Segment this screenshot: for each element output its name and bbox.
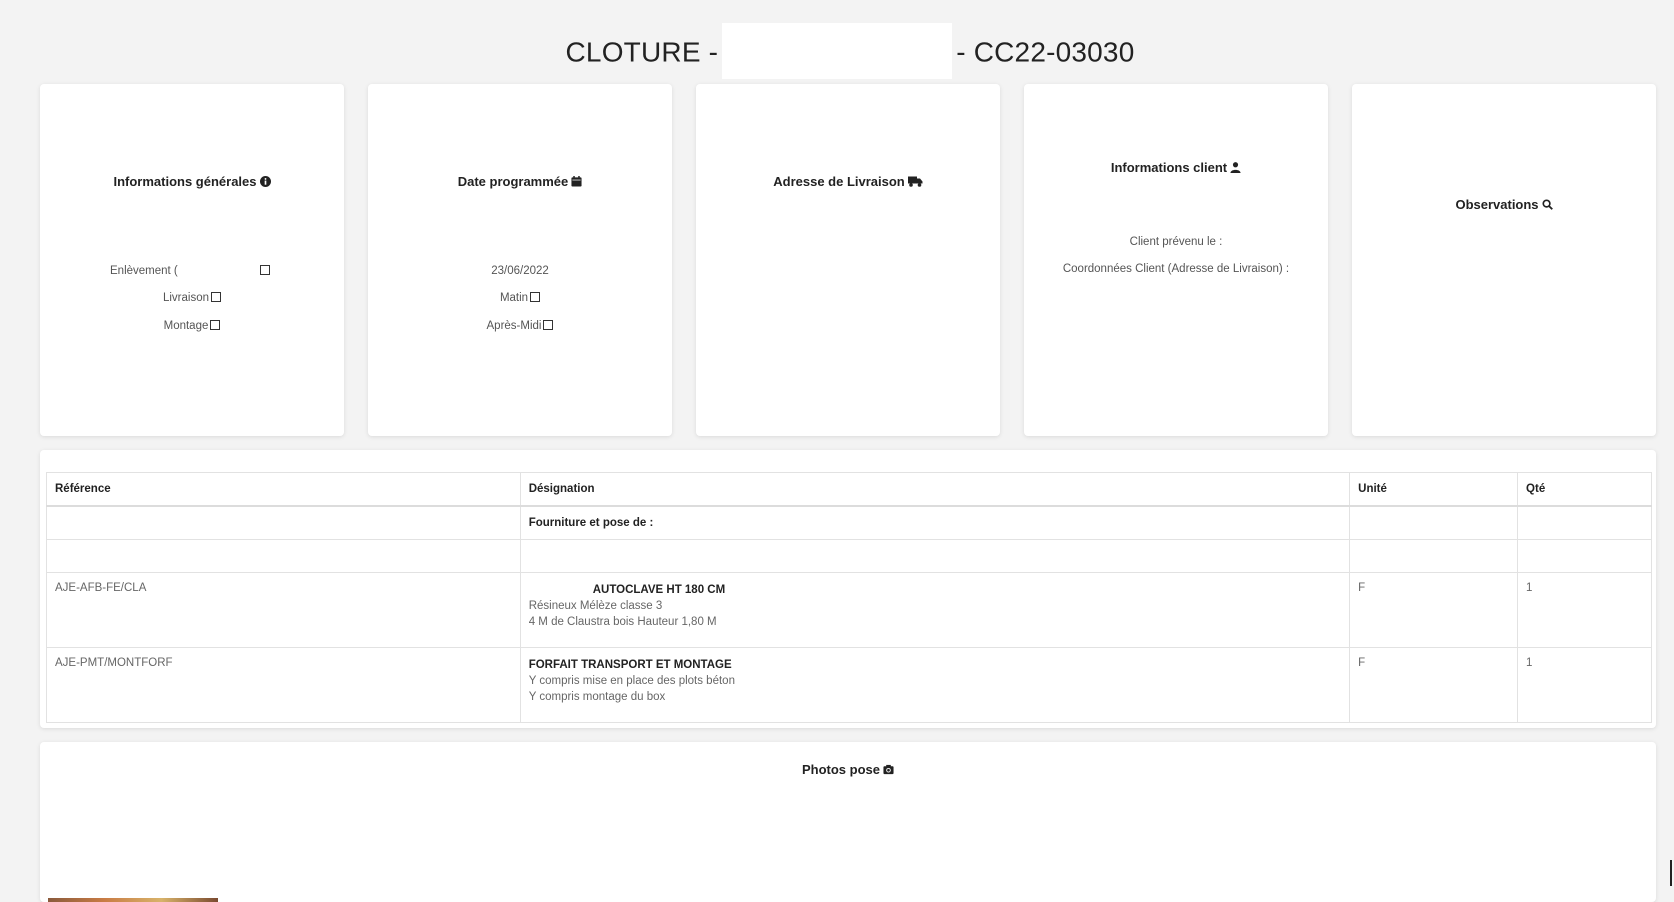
table-cell	[519, 539, 1351, 573]
checkbox[interactable]	[211, 292, 222, 302]
unit-cell: F	[1349, 572, 1519, 648]
item-detail: Y compris montage du box	[528, 691, 666, 703]
option-enlevement-label: Enlèvement (	[110, 265, 178, 277]
column-header-reference: Référence	[46, 472, 521, 507]
cursor-edge	[1670, 860, 1672, 886]
truck-icon	[907, 176, 923, 187]
reference-cell: AJE-AFB-FE/CLA	[46, 572, 521, 648]
checkbox[interactable]	[210, 320, 221, 330]
items-table: Référence Désignation Unité Qté Fournitu…	[46, 472, 1652, 723]
card-date-title: Date programmée	[457, 174, 569, 189]
card-client-info-title: Informations client	[1110, 160, 1228, 175]
card-date-header: Date programmée	[368, 174, 672, 189]
card-delivery-address-title: Adresse de Livraison	[773, 174, 905, 189]
designation-cell: AUTOCLAVE HT 180 CM Résineux Mélèze clas…	[519, 572, 1351, 648]
qty-cell: 1	[1517, 647, 1652, 723]
column-header-designation: Désignation	[519, 472, 1351, 507]
checkbox[interactable]	[259, 265, 270, 275]
card-date: Date programmée 23/06/2022 Matin Après-M…	[368, 84, 672, 436]
option-enlevement[interactable]: Enlèvement (	[40, 265, 344, 277]
table-cell	[1349, 539, 1519, 573]
item-detail: Résineux Mélèze classe 3	[528, 600, 663, 612]
camera-icon	[883, 764, 894, 775]
card-client-info: Informations client Client prévenu le : …	[1024, 84, 1328, 436]
info-circle-icon	[259, 176, 271, 187]
qty-cell: 1	[1517, 572, 1652, 648]
redacted-block	[722, 23, 953, 79]
photo-thumbnail[interactable]	[48, 898, 218, 902]
scheduled-date: 23/06/2022	[491, 265, 549, 277]
option-matin[interactable]: Matin	[368, 292, 672, 304]
photos-panel: Photos pose	[40, 742, 1656, 902]
card-client-info-header: Informations client	[1024, 160, 1328, 175]
card-delivery-address-header: Adresse de Livraison	[696, 174, 1000, 189]
card-observations: Observations	[1352, 84, 1656, 436]
option-apres-midi[interactable]: Après-Midi	[368, 320, 672, 332]
table-header-row: Référence Désignation Unité Qté	[46, 472, 1652, 507]
option-livraison[interactable]: Livraison	[40, 292, 344, 304]
item-detail: 4 M de Claustra bois Hauteur 1,80 M	[528, 616, 717, 628]
page-title: CLOTURE - - CC22-03030	[0, 23, 1674, 82]
table-cell	[1349, 505, 1519, 540]
checkbox[interactable]	[543, 320, 554, 330]
client-contact-label: Coordonnées Client (Adresse de Livraison…	[1062, 263, 1290, 275]
option-apres-midi-label: Après-Midi	[486, 320, 542, 332]
table-cell	[1517, 505, 1652, 540]
client-notified-label: Client prévenu le :	[1129, 236, 1223, 248]
table-row: Fourniture et pose de :	[46, 505, 1652, 540]
table-row: AJE-PMT/MONTFORF FORFAIT TRANSPORT ET MO…	[46, 647, 1652, 723]
table-row: AJE-AFB-FE/CLA AUTOCLAVE HT 180 CM Résin…	[46, 572, 1652, 648]
item-title: FORFAIT TRANSPORT ET MONTAGE	[528, 659, 732, 671]
card-observations-header: Observations	[1352, 197, 1656, 212]
item-title: AUTOCLAVE HT 180 CM	[592, 584, 726, 596]
items-table-panel: Référence Désignation Unité Qté Fournitu…	[40, 450, 1656, 728]
reference-cell: AJE-PMT/MONTFORF	[46, 647, 521, 723]
section-label: Fourniture et pose de :	[519, 505, 1351, 540]
table-row	[46, 539, 1652, 573]
card-general-info-header: Informations générales	[40, 174, 344, 189]
card-general-info: Informations générales Enlèvement ( Livr…	[40, 84, 344, 436]
column-header-unit: Unité	[1349, 472, 1519, 507]
table-cell	[46, 539, 521, 573]
card-delivery-address: Adresse de Livraison	[696, 84, 1000, 436]
designation-cell: FORFAIT TRANSPORT ET MONTAGE Y compris m…	[519, 647, 1351, 723]
option-montage-label: Montage	[163, 320, 209, 332]
card-general-info-title: Informations générales	[113, 174, 257, 189]
photos-header: Photos pose	[40, 762, 1656, 777]
card-observations-title: Observations	[1455, 197, 1539, 212]
unit-cell: F	[1349, 647, 1519, 723]
title-prefix: CLOTURE -	[565, 36, 719, 68]
item-detail: Y compris mise en place des plots béton	[528, 675, 735, 687]
table-cell	[1517, 539, 1652, 573]
option-matin-label: Matin	[499, 292, 529, 304]
search-icon	[1542, 199, 1553, 210]
calendar-icon	[571, 176, 582, 187]
photos-title: Photos pose	[801, 762, 880, 777]
option-livraison-label: Livraison	[162, 292, 210, 304]
checkbox[interactable]	[530, 292, 541, 302]
title-suffix: - CC22-03030	[956, 36, 1135, 68]
table-cell	[46, 505, 521, 540]
option-montage[interactable]: Montage	[40, 320, 344, 332]
column-header-qty: Qté	[1517, 472, 1652, 507]
user-icon	[1230, 162, 1241, 173]
